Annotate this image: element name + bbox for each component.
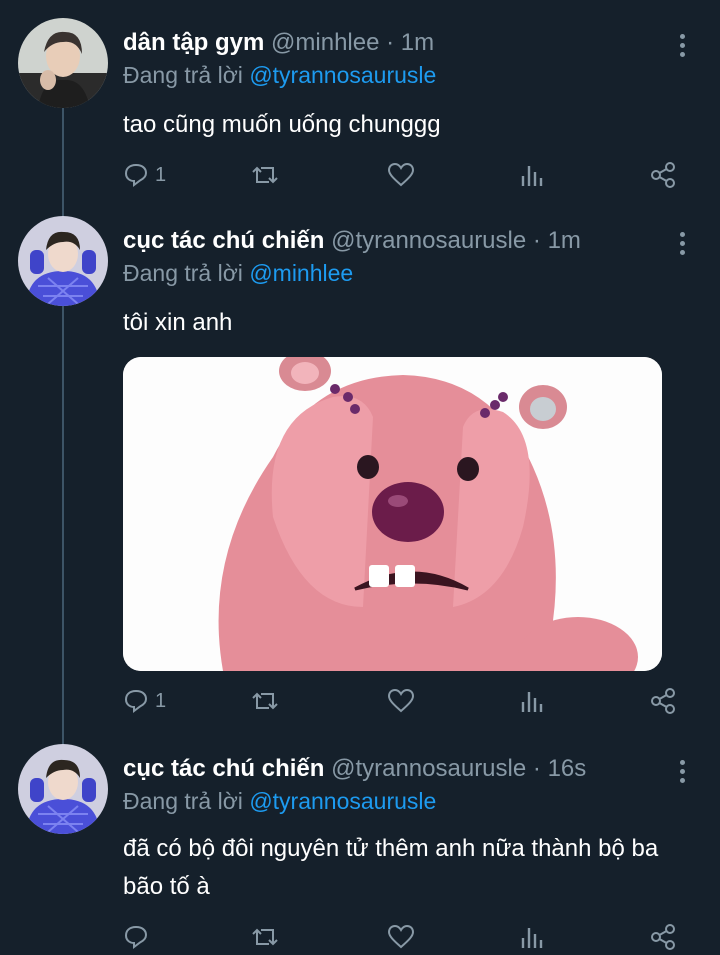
display-name[interactable]: dân tập gym <box>123 29 264 56</box>
avatar[interactable] <box>18 744 108 834</box>
replying-to-label: Đang trả lời <box>123 260 243 286</box>
tweet-header: cục tác chú chiến @tyrannosaurusle · 16s <box>123 754 586 784</box>
retweet-button[interactable] <box>251 684 279 718</box>
more-options-icon[interactable] <box>672 228 692 258</box>
user-handle[interactable]: @minhlee <box>271 29 379 56</box>
reply-count: 1 <box>155 689 167 712</box>
retweet-icon <box>252 692 278 710</box>
avatar[interactable] <box>18 216 108 306</box>
reply-button[interactable]: 1 <box>123 684 166 718</box>
analytics-icon <box>521 692 543 712</box>
replying-to: Đang trả lời @minhlee <box>123 258 353 288</box>
retweet-icon <box>252 166 278 184</box>
separator: · <box>532 755 541 782</box>
heart-icon <box>387 924 415 949</box>
like-button[interactable] <box>387 920 415 954</box>
reply-button[interactable] <box>123 920 155 954</box>
analytics-button[interactable] <box>519 158 543 192</box>
reply-icon <box>124 925 148 949</box>
mention-link[interactable]: @tyrannosaurusle <box>249 62 436 88</box>
mention-link[interactable]: @tyrannosaurusle <box>249 788 436 814</box>
action-bar: 1 <box>123 684 683 718</box>
avatar[interactable] <box>18 18 108 108</box>
analytics-icon <box>521 166 543 186</box>
timestamp[interactable]: 1m <box>548 227 581 254</box>
tweet-text: tao cũng muốn uống chunggg <box>123 111 441 138</box>
separator: · <box>532 227 541 254</box>
heart-icon <box>387 162 415 187</box>
share-icon <box>651 924 675 950</box>
analytics-button[interactable] <box>519 920 543 954</box>
action-bar <box>123 920 683 954</box>
avatar-photo-icon <box>18 18 108 108</box>
separator: · <box>386 29 395 56</box>
retweet-icon <box>252 928 278 946</box>
share-icon <box>651 162 675 188</box>
tweet-header: dân tập gym @minhlee · 1m <box>123 28 434 58</box>
like-button[interactable] <box>387 158 415 192</box>
more-options-icon[interactable] <box>672 756 692 786</box>
reply-count: 1 <box>155 163 167 186</box>
thread-connector-line <box>62 108 64 748</box>
retweet-button[interactable] <box>251 920 279 954</box>
retweet-button[interactable] <box>251 158 279 192</box>
avatar-photo-icon <box>18 216 108 306</box>
avatar-photo-icon <box>18 744 108 834</box>
reply-icon <box>124 163 148 187</box>
heart-icon <box>387 688 415 713</box>
share-icon <box>651 688 675 714</box>
action-bar: 1 <box>123 158 683 192</box>
replying-to-label: Đang trả lời <box>123 62 243 88</box>
more-options-icon[interactable] <box>672 30 692 60</box>
like-button[interactable] <box>387 684 415 718</box>
replying-to: Đang trả lời @tyrannosaurusle <box>123 786 436 816</box>
analytics-icon <box>521 928 543 948</box>
replying-to: Đang trả lời @tyrannosaurusle <box>123 60 436 90</box>
reply-button[interactable]: 1 <box>123 158 166 192</box>
display-name[interactable]: cục tác chú chiến <box>123 755 324 782</box>
user-handle[interactable]: @tyrannosaurusle <box>331 227 526 254</box>
analytics-button[interactable] <box>519 684 543 718</box>
tweet-text: tôi xin anh <box>123 309 233 336</box>
timestamp[interactable]: 1m <box>401 29 434 56</box>
timestamp[interactable]: 16s <box>548 755 587 782</box>
tweet-text: đã có bộ đôi nguyên tử thêm anh nữa thàn… <box>123 835 659 900</box>
tweet-header: cục tác chú chiến @tyrannosaurusle · 1m <box>123 226 581 256</box>
reply-icon <box>124 689 148 713</box>
share-button[interactable] <box>649 158 677 192</box>
share-button[interactable] <box>649 920 677 954</box>
user-handle[interactable]: @tyrannosaurusle <box>331 755 526 782</box>
replying-to-label: Đang trả lời <box>123 788 243 814</box>
share-button[interactable] <box>649 684 677 718</box>
mention-link[interactable]: @minhlee <box>249 260 353 286</box>
display-name[interactable]: cục tác chú chiến <box>123 227 324 254</box>
pink-beaver-sticker-icon <box>123 357 662 671</box>
tweet-media[interactable] <box>123 357 662 671</box>
